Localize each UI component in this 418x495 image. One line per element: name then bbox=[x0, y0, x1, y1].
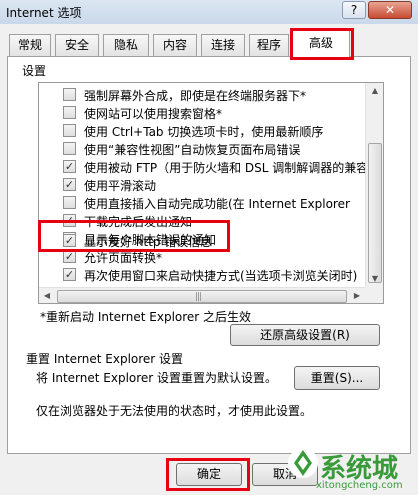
window-title: Internet 选项 bbox=[6, 6, 82, 20]
scroll-up-arrow-icon[interactable]: ▲ bbox=[367, 83, 383, 99]
list-item-label: 下载完成后发出通知 bbox=[84, 215, 193, 229]
list-item-label: 强制屏幕外合成，即使是在终端服务器下* bbox=[84, 89, 307, 103]
list-item-label: 使用 Ctrl+Tab 切换选项卡时，使用最新顺序 bbox=[84, 125, 324, 139]
restore-advanced-button[interactable]: 还原高级设置(R) bbox=[230, 324, 380, 346]
list-item[interactable]: ✓ 再次使用窗口来启动快捷方式(当选项卡浏览关闭时) bbox=[39, 265, 365, 283]
watermark-logo-icon bbox=[288, 448, 318, 478]
watermark-url: xitongcheng.com bbox=[316, 480, 403, 491]
scroll-corner bbox=[365, 287, 383, 303]
reset-button[interactable]: 重置(S)... bbox=[294, 366, 380, 390]
list-item-label: 使用被动 FTP（用于防火墙和 DSL 调制解调器的兼容 bbox=[84, 161, 365, 175]
checkbox-passive-ftp[interactable]: ✓ bbox=[63, 160, 76, 173]
ok-button[interactable]: 确定 bbox=[176, 463, 242, 486]
checkbox-compat-view[interactable] bbox=[63, 142, 76, 155]
checkbox-screen-composition[interactable] bbox=[63, 88, 76, 101]
list-item[interactable]: 使用直接插入自动完成功能(在 Internet Explorer bbox=[39, 193, 365, 211]
checkbox-ctrl-tab-order[interactable] bbox=[63, 124, 76, 137]
list-item[interactable]: 使网站可以使用搜索窗格* bbox=[39, 103, 365, 121]
help-button[interactable]: ? bbox=[342, 1, 366, 19]
reset-description: 将 Internet Explorer 设置重置为默认设置。 bbox=[36, 371, 278, 385]
list-item-label: 使用“兼容性视图”自动恢复页面布局错误 bbox=[84, 143, 301, 157]
checkbox-inline-autocomplete[interactable] bbox=[63, 196, 76, 209]
checkbox-smooth-scroll[interactable]: ✓ bbox=[63, 178, 76, 191]
reset-section-title: 重置 Internet Explorer 设置 bbox=[26, 352, 184, 366]
restart-note: *重新启动 Internet Explorer 之后生效 bbox=[40, 310, 252, 324]
close-button[interactable]: ✕ bbox=[368, 1, 412, 19]
scroll-grip-icon: ||| bbox=[195, 292, 202, 302]
list-item[interactable]: ✓ 下载完成后发出通知 bbox=[39, 211, 365, 229]
tab-privacy[interactable]: 隐私 bbox=[103, 34, 149, 56]
horizontal-scrollbar[interactable]: ◀ ||| ▶ bbox=[39, 287, 365, 303]
tab-general[interactable]: 常规 bbox=[9, 34, 51, 56]
checkbox-friendly-http-errors[interactable]: ✓ bbox=[63, 234, 76, 247]
tab-security[interactable]: 安全 bbox=[55, 34, 99, 56]
horizontal-scroll-thumb[interactable]: ||| bbox=[57, 290, 347, 303]
list-item-label: 使用平滑滚动 bbox=[84, 179, 157, 193]
scroll-right-arrow-icon[interactable]: ▶ bbox=[349, 288, 365, 303]
tab-advanced[interactable]: 高级 bbox=[292, 30, 350, 57]
settings-group-label: 设置 bbox=[22, 64, 47, 78]
list-item[interactable]: 使用“兼容性视图”自动恢复页面布局错误 bbox=[39, 139, 365, 157]
tab-content[interactable]: 内容 bbox=[153, 34, 197, 56]
list-item-label: 再次使用窗口来启动快捷方式(当选项卡浏览关闭时) bbox=[84, 269, 358, 283]
list-item[interactable]: ✓ 允许页面转换* bbox=[39, 247, 365, 265]
list-item[interactable]: 使用 Ctrl+Tab 切换选项卡时，使用最新顺序 bbox=[39, 121, 365, 139]
list-item-label: 使网站可以使用搜索窗格* bbox=[84, 107, 223, 121]
scroll-down-arrow-icon[interactable]: ▼ bbox=[367, 271, 383, 287]
vertical-scrollbar[interactable]: ▲ ▼ bbox=[365, 83, 383, 287]
checkbox-search-pane[interactable] bbox=[63, 106, 76, 119]
checkbox-reuse-window[interactable]: ✓ bbox=[63, 268, 76, 281]
list-item[interactable]: ✓ 使用被动 FTP（用于防火墙和 DSL 调制解调器的兼容 bbox=[39, 157, 365, 175]
checkbox-download-notify[interactable]: ✓ bbox=[63, 214, 76, 227]
scroll-left-arrow-icon[interactable]: ◀ bbox=[39, 288, 55, 303]
tab-connections[interactable]: 连接 bbox=[201, 34, 245, 56]
watermark: 系统城 xitongcheng.com bbox=[288, 448, 418, 495]
list-item-label: 使用直接插入自动完成功能(在 Internet Explorer bbox=[84, 197, 350, 211]
vertical-scroll-thumb[interactable] bbox=[368, 143, 382, 283]
checkbox-page-transitions[interactable]: ✓ bbox=[63, 250, 76, 263]
reset-note: 仅在浏览器处于无法使用的状态时，才使用此设置。 bbox=[36, 404, 313, 418]
settings-list[interactable]: 强制屏幕外合成，即使是在终端服务器下* 使网站可以使用搜索窗格* 使用 Ctrl… bbox=[38, 82, 384, 304]
list-item[interactable]: ✓ 使用平滑滚动 bbox=[39, 175, 365, 193]
title-bar: Internet 选项 ? ✕ bbox=[0, 0, 418, 24]
list-item[interactable]: 强制屏幕外合成，即使是在终端服务器下* bbox=[39, 85, 365, 103]
list-item-label: 允许页面转换* bbox=[84, 251, 163, 265]
tab-programs[interactable]: 程序 bbox=[249, 34, 289, 56]
